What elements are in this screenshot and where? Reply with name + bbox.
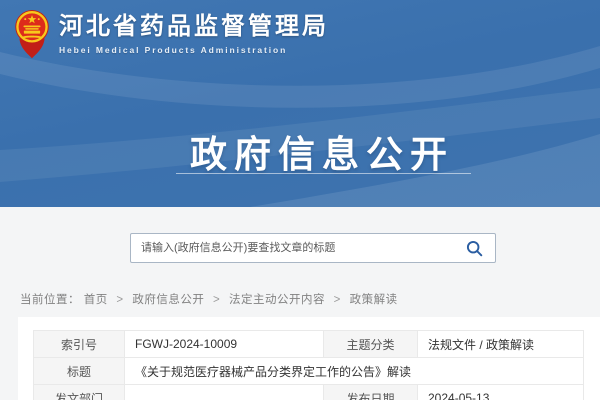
national-emblem-icon [14, 8, 50, 60]
document-metadata-table: 索引号 FGWJ-2024-10009 主题分类 法规文件 / 政策解读 标题 … [33, 330, 584, 400]
breadcrumb-item-gov-info[interactable]: 政府信息公开 [132, 294, 204, 306]
department-value [125, 385, 324, 400]
site-logo[interactable]: 河北省药品监督管理局 Hebei Medical Products Admini… [14, 8, 329, 60]
department-label: 发文部门 [34, 385, 125, 400]
publish-date-label: 发布日期 [324, 385, 418, 400]
breadcrumb-label: 当前位置： [20, 294, 80, 306]
title-value: 《关于规范医疗器械产品分类界定工作的公告》解读 [125, 358, 584, 385]
index-number-label: 索引号 [34, 331, 125, 358]
breadcrumb: 当前位置： 首页 > 政府信息公开 > 法定主动公开内容 > 政策解读 [20, 291, 398, 307]
site-name-block: 河北省药品监督管理局 Hebei Medical Products Admini… [59, 13, 329, 55]
category-label: 主题分类 [324, 331, 418, 358]
table-row: 发文部门 发布日期 2024-05-13 [34, 385, 584, 400]
title-label: 标题 [34, 358, 125, 385]
search-input[interactable] [131, 234, 460, 262]
category-value: 法规文件 / 政策解读 [418, 331, 584, 358]
breadcrumb-separator: > [213, 294, 220, 306]
breadcrumb-separator: > [334, 294, 341, 306]
site-name-english: Hebei Medical Products Administration [59, 45, 329, 55]
search-icon [466, 240, 483, 257]
search-box [130, 233, 496, 263]
breadcrumb-item-home[interactable]: 首页 [84, 294, 108, 306]
page-title-underline [176, 173, 471, 174]
page-title: 政府信息公开 [0, 124, 600, 178]
table-row: 标题 《关于规范医疗器械产品分类界定工作的公告》解读 [34, 358, 584, 385]
publish-date-value: 2024-05-13 [418, 385, 584, 400]
breadcrumb-item-policy-interpretation[interactable]: 政策解读 [350, 294, 398, 306]
index-number-value: FGWJ-2024-10009 [125, 331, 324, 358]
site-name-chinese: 河北省药品监督管理局 [59, 13, 329, 41]
content-card: 索引号 FGWJ-2024-10009 主题分类 法规文件 / 政策解读 标题 … [18, 317, 600, 400]
table-row: 索引号 FGWJ-2024-10009 主题分类 法规文件 / 政策解读 [34, 331, 584, 358]
breadcrumb-item-statutory-disclosure[interactable]: 法定主动公开内容 [229, 294, 325, 306]
site-header-banner: 河北省药品监督管理局 Hebei Medical Products Admini… [0, 0, 600, 207]
page-root: 河北省药品监督管理局 Hebei Medical Products Admini… [0, 0, 600, 400]
breadcrumb-separator: > [116, 294, 123, 306]
search-button[interactable] [460, 240, 495, 257]
